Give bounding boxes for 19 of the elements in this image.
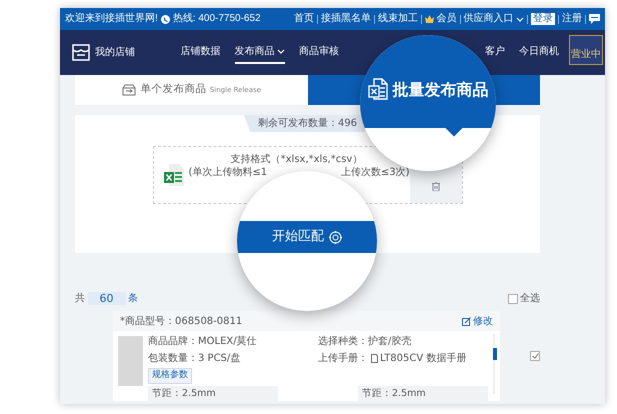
limit-text: 上传次数≤3次): [340, 166, 410, 179]
limit-text: (单次上传物料≤1: [188, 166, 268, 179]
count-label: 条: [128, 292, 138, 306]
brand-title: 我的店铺: [95, 46, 135, 60]
field-label: 上传手册：: [318, 352, 368, 366]
shop-status-badge: 营业中: [569, 35, 603, 65]
model-number: *商品型号：068508-0811: [120, 314, 242, 328]
welcome-text: 欢迎来到接插世界网!: [65, 14, 158, 24]
spec-value: 节距：2.5mm: [358, 386, 488, 402]
tab-label-magnified: 批量发布商品: [392, 79, 488, 101]
hotline-text: 热线: 400-7750-652: [172, 14, 261, 24]
spec-value: 节距：2.5mm: [148, 386, 278, 402]
field-text: 包装数量：3 PCS/盘: [148, 352, 242, 366]
count-field: 60: [88, 292, 126, 305]
field-text: 选择种类：护套/胶壳: [318, 334, 412, 348]
count-label: 共: [75, 292, 85, 306]
format-text: 支持格式（*xlsx,*xls,*csv）: [230, 153, 364, 166]
select-all-label: 全选: [520, 292, 540, 306]
field-text: 商品品牌：MOLEX/莫仕: [148, 334, 258, 348]
